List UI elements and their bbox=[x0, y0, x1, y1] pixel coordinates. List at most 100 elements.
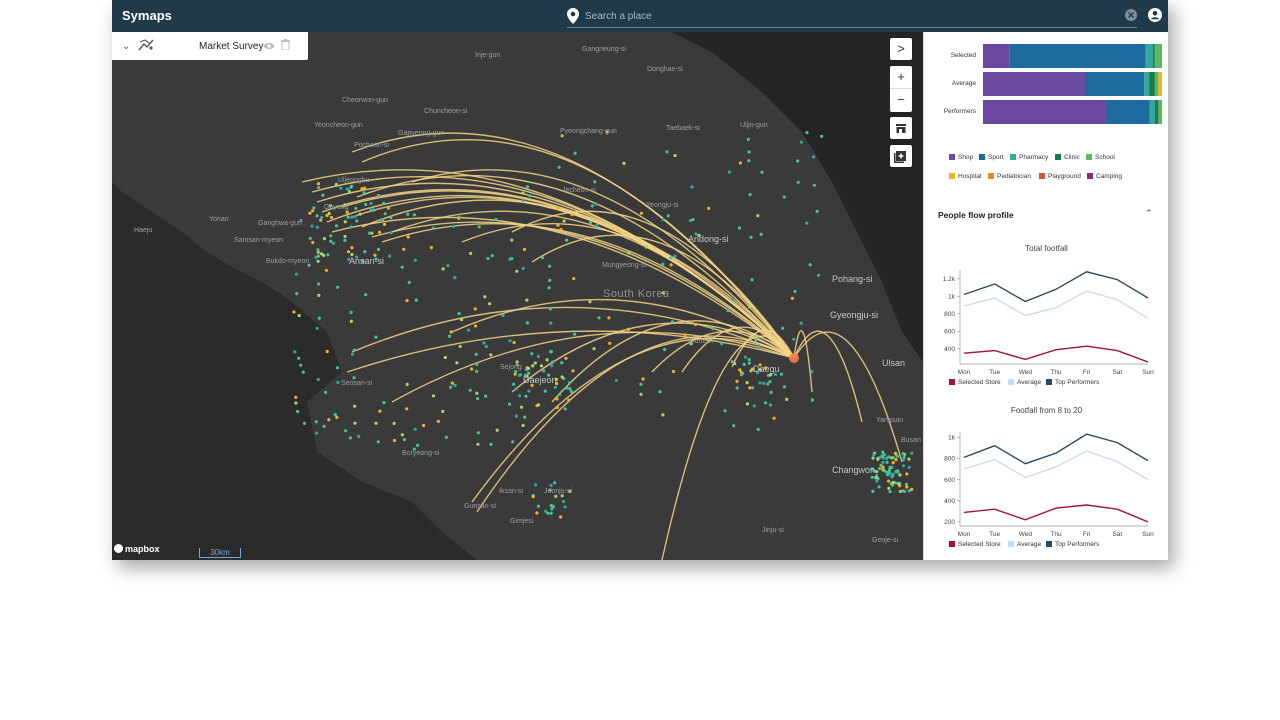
poi-dot bbox=[735, 386, 739, 390]
expand-panel-button[interactable]: > bbox=[890, 38, 912, 60]
poi-dot bbox=[343, 234, 347, 239]
poi-dot bbox=[530, 352, 534, 356]
add-layer-button[interactable] bbox=[890, 145, 912, 167]
poi-dot bbox=[661, 218, 665, 222]
poi-dot bbox=[737, 226, 742, 230]
poi-dot bbox=[343, 238, 347, 243]
poi-dot bbox=[389, 216, 393, 220]
poi-dot bbox=[474, 352, 478, 356]
poi-dot bbox=[422, 423, 426, 428]
poi-dot bbox=[514, 414, 518, 418]
poi-dot bbox=[559, 228, 563, 232]
location-pin-icon bbox=[567, 8, 579, 24]
poi-dot bbox=[562, 499, 566, 504]
poi-dot bbox=[526, 366, 531, 370]
poi-dot bbox=[295, 292, 299, 296]
map-canvas[interactable] bbox=[112, 32, 923, 560]
poi-dot bbox=[641, 377, 645, 381]
y-tick-label: 800 bbox=[944, 456, 955, 463]
poi-dot bbox=[590, 204, 594, 208]
poi-dot bbox=[489, 353, 493, 357]
poi-dot bbox=[455, 361, 459, 365]
poi-dot bbox=[457, 312, 461, 316]
poi-dot bbox=[905, 472, 909, 476]
poi-dot bbox=[441, 409, 445, 413]
poi-dot bbox=[346, 215, 350, 219]
y-tick-label: 600 bbox=[944, 477, 955, 484]
poi-dot bbox=[711, 326, 715, 331]
attribution-text: mapbox bbox=[125, 544, 160, 554]
trash-icon[interactable] bbox=[281, 39, 290, 50]
poi-dot bbox=[350, 246, 354, 250]
clear-search-icon[interactable] bbox=[1125, 9, 1137, 21]
poi-dot bbox=[386, 206, 390, 210]
eye-icon[interactable] bbox=[263, 41, 275, 51]
series-line bbox=[963, 345, 1149, 363]
poi-dot bbox=[357, 434, 361, 439]
poi-dot bbox=[312, 206, 316, 210]
poi-dot bbox=[376, 193, 380, 198]
poi-dot bbox=[799, 321, 803, 325]
poi-dot bbox=[446, 264, 450, 268]
bar-segment bbox=[983, 72, 1085, 96]
poi-dot bbox=[876, 457, 880, 461]
poi-dot bbox=[494, 217, 498, 222]
series-line bbox=[963, 433, 1149, 465]
poi-dot bbox=[891, 481, 895, 485]
city-label: Changwon bbox=[832, 465, 876, 475]
poi-dot bbox=[317, 316, 321, 320]
poi-dot bbox=[353, 404, 357, 408]
city-label: Inje-gun bbox=[475, 52, 501, 59]
poi-dot bbox=[568, 381, 572, 385]
poi-dot bbox=[901, 458, 905, 462]
poi-dot bbox=[888, 465, 892, 470]
poi-dot bbox=[894, 458, 898, 462]
bar-segment bbox=[1149, 100, 1155, 124]
layer-panel: ⌄ Market Survey bbox=[112, 32, 308, 60]
city-label: Ulsan bbox=[882, 358, 906, 368]
poi-dot bbox=[614, 379, 618, 383]
poi-dot bbox=[486, 256, 490, 261]
poi-dot bbox=[374, 335, 378, 339]
poi-dot bbox=[671, 369, 676, 374]
chevron-up-icon[interactable]: ⌃ bbox=[1145, 208, 1153, 219]
poi-dot bbox=[429, 246, 433, 250]
poi-dot bbox=[812, 155, 816, 159]
poi-dot bbox=[735, 379, 739, 383]
poi-dot bbox=[319, 218, 323, 222]
search-input[interactable] bbox=[583, 7, 1107, 25]
poi-dot bbox=[817, 273, 821, 277]
zoom-out-button[interactable]: − bbox=[890, 89, 912, 111]
map-view[interactable]: South Korea Gangneung-si Inje-gun Dongha… bbox=[112, 32, 923, 560]
poi-dot bbox=[810, 398, 815, 402]
zoom-in-button[interactable]: + bbox=[890, 66, 912, 88]
poi-dot bbox=[297, 313, 301, 318]
chevron-down-icon[interactable]: ⌄ bbox=[122, 41, 130, 52]
poi-dot bbox=[782, 195, 786, 199]
poi-dot bbox=[531, 495, 535, 499]
poi-dot bbox=[469, 251, 473, 256]
poi-dot bbox=[514, 387, 518, 391]
side-panel[interactable]: Selected Average Performers Shop Sport P… bbox=[923, 32, 1168, 560]
city-label: Cheorwon-gun bbox=[342, 97, 388, 104]
poi-dot bbox=[881, 465, 885, 469]
poi-dot bbox=[326, 253, 330, 257]
poi-dot bbox=[302, 421, 307, 425]
poi-dot bbox=[354, 206, 358, 210]
poi-dot bbox=[733, 362, 737, 366]
city-label: Boryeong-si bbox=[402, 450, 440, 457]
legend-item: Hospital bbox=[949, 173, 981, 180]
poi-dot bbox=[902, 455, 906, 459]
search-bar[interactable] bbox=[567, 5, 1137, 28]
store-button[interactable] bbox=[890, 117, 912, 139]
poi-dot bbox=[402, 247, 406, 251]
poi-dot bbox=[473, 324, 478, 328]
legend-swatch bbox=[1008, 541, 1014, 547]
legend-swatch bbox=[1008, 379, 1014, 385]
legend-swatch bbox=[1055, 154, 1061, 160]
poi-dot bbox=[484, 344, 488, 349]
account-icon[interactable] bbox=[1148, 8, 1162, 22]
poi-dot bbox=[694, 322, 698, 327]
poi-dot bbox=[542, 369, 546, 373]
poi-dot bbox=[550, 364, 554, 368]
